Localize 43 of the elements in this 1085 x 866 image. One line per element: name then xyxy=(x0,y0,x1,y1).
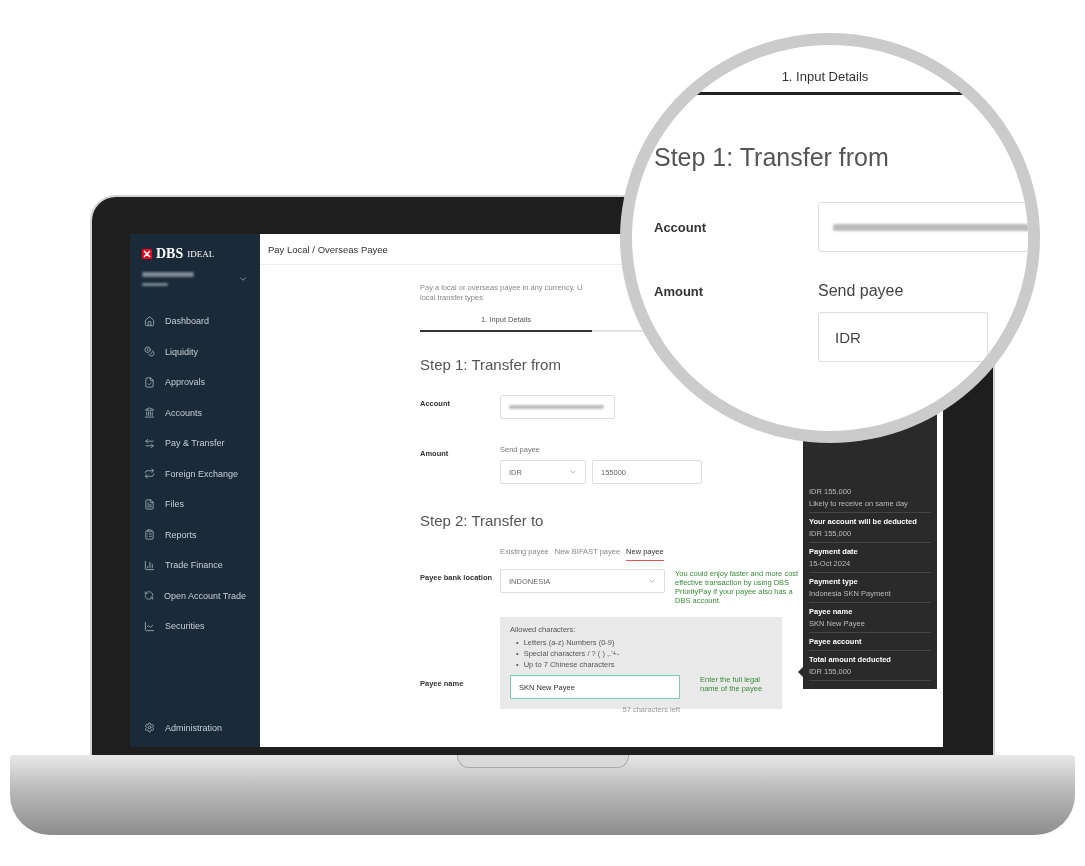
exchange-icon xyxy=(144,468,155,480)
bar-chart-icon xyxy=(144,559,155,571)
nav-item[interactable]: Foreign Exchange xyxy=(130,458,260,489)
account-field[interactable] xyxy=(500,395,615,419)
page-title: Pay Local / Overseas Payee xyxy=(268,243,388,255)
coins-icon xyxy=(144,346,155,358)
account-field[interactable] xyxy=(818,202,1028,252)
nav-item[interactable]: Trade Finance xyxy=(130,550,260,581)
step-tab[interactable]: 1. Input Details xyxy=(670,69,980,95)
settings-icon xyxy=(144,722,155,734)
blurred-text xyxy=(142,272,194,277)
nav-item[interactable]: Securities xyxy=(130,611,260,642)
document-icon xyxy=(144,498,155,510)
line-chart-icon xyxy=(144,620,155,632)
nav-item[interactable]: Liquidity xyxy=(130,336,260,367)
section-heading: Step 2: Transfer to xyxy=(420,512,544,529)
section-heading: Step 1: Transfer from xyxy=(653,142,890,172)
field-label: Amount xyxy=(654,283,705,299)
house-icon xyxy=(144,315,155,327)
nav-item[interactable]: Reports xyxy=(130,519,260,550)
product-name: IDEAL xyxy=(187,249,215,259)
bank-icon xyxy=(144,407,155,419)
nav-item[interactable]: Accounts xyxy=(130,397,260,428)
document-check-icon xyxy=(144,376,155,388)
blurred-text xyxy=(142,283,168,286)
chevron-down-icon xyxy=(569,468,577,476)
refresh-icon xyxy=(144,590,154,602)
chevron-down-icon xyxy=(648,577,656,585)
arrows-icon xyxy=(144,437,155,449)
nav-item[interactable]: Pay & Transfer xyxy=(130,428,260,459)
brand-name: DBS xyxy=(156,246,184,262)
nav-item[interactable]: Approvals xyxy=(130,367,260,398)
nav-item[interactable]: Dashboard xyxy=(130,306,260,337)
logo-icon xyxy=(142,249,152,259)
field-label: Account xyxy=(654,219,707,235)
clipboard-icon xyxy=(144,529,155,541)
nav-item[interactable]: Files xyxy=(130,489,260,520)
chevron-down-icon[interactable] xyxy=(238,274,248,284)
field-label: Send payee xyxy=(818,282,904,300)
nav-item[interactable]: Open Account Trade xyxy=(130,580,260,611)
nav-item[interactable]: Administration xyxy=(130,712,260,743)
currency-select[interactable]: IDR xyxy=(818,312,988,362)
section-heading: Step 1: Transfer from xyxy=(420,356,561,373)
